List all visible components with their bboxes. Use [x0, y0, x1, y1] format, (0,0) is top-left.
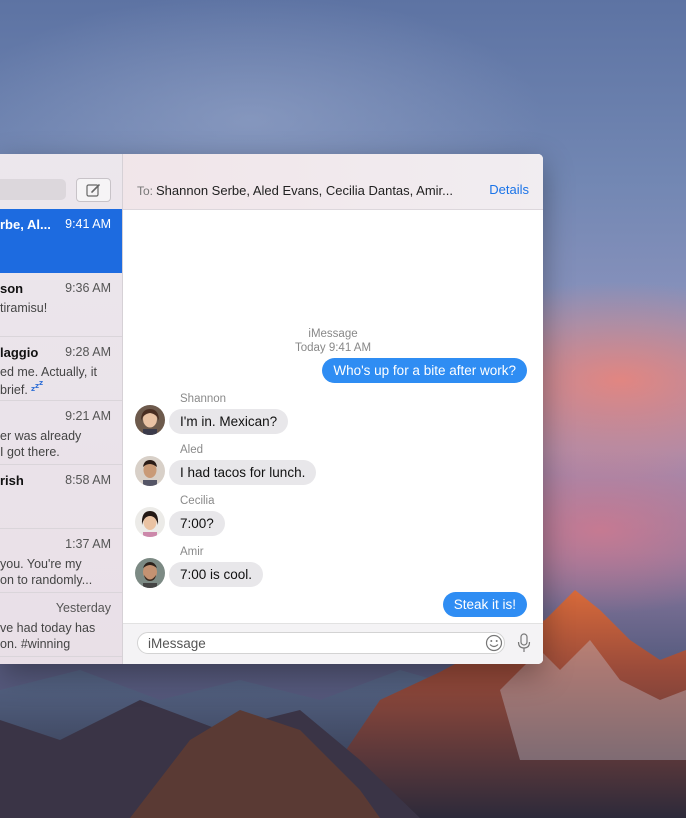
conversation-item[interactable]: rish 8:58 AM [0, 465, 122, 529]
sidebar-toolbar [0, 154, 122, 210]
service-label: iMessage [308, 328, 358, 340]
conversation-item[interactable]: 1:37 AM you. You're my on to randomly... [0, 529, 122, 593]
conversation-preview: tiramisu! [0, 300, 47, 316]
sender-name: Cecilia [180, 495, 215, 507]
preview-line: on. #winning [0, 637, 71, 651]
sleep-icon: z z z [31, 379, 43, 393]
avatar[interactable] [135, 507, 165, 537]
person-avatar-icon [135, 507, 165, 537]
conversation-time: 9:21 AM [65, 409, 111, 423]
preview-line: er was already [0, 429, 82, 443]
composer-bar [123, 623, 543, 664]
sender-name: Aled [180, 444, 204, 456]
avatar[interactable] [135, 405, 165, 435]
person-avatar-icon [135, 456, 165, 486]
preview-line: brief. [0, 383, 28, 397]
avatar[interactable] [135, 456, 165, 486]
incoming-message[interactable]: I'm in. Mexican? [169, 409, 289, 434]
conversation-preview: ed me. Actually, it brief. z z z [0, 364, 97, 398]
message-input[interactable] [137, 632, 505, 654]
preview-line: you. You're my [0, 557, 82, 571]
conversation-name: laggio [0, 345, 39, 360]
conversation-time: 9:41 AM [65, 217, 111, 231]
svg-text:z: z [39, 380, 43, 387]
conversation-item[interactable]: Yesterday ve had today has on. #winning [0, 593, 122, 657]
conversation-time: 1:37 AM [65, 537, 111, 551]
conversation-time: 9:28 AM [65, 345, 111, 359]
conversation-time: 8:58 AM [65, 473, 111, 487]
thread-timestamp: Today 9:41 AM [294, 342, 372, 354]
conversation-item[interactable]: laggio 9:28 AM ed me. Actually, it brief… [0, 337, 122, 401]
conversation-item[interactable]: rbe, Al... 9:41 AM [0, 209, 122, 273]
chat-header: To: Shannon Serbe, Aled Evans, Cecilia D… [123, 154, 543, 210]
chat-pane: To: Shannon Serbe, Aled Evans, Cecilia D… [123, 154, 543, 664]
emoji-icon[interactable] [485, 634, 503, 652]
conversation-item[interactable]: son 9:36 AM tiramisu! [0, 273, 122, 337]
preview-line: tiramisu! [0, 301, 48, 315]
incoming-message[interactable]: 7:00? [169, 511, 225, 536]
compose-button[interactable] [76, 178, 111, 202]
avatar[interactable] [135, 558, 165, 588]
incoming-message[interactable]: 7:00 is cool. [169, 562, 264, 587]
person-avatar-icon [135, 405, 165, 435]
conversation-sidebar: rbe, Al... 9:41 AM son 9:36 AM tiramisu!… [0, 154, 123, 664]
search-field[interactable] [0, 179, 66, 200]
preview-line: I got there. [0, 445, 60, 459]
conversation-time: Yesterday [55, 601, 111, 615]
details-button[interactable]: Details [489, 182, 529, 197]
compose-icon [86, 184, 100, 197]
conversation-name: son [0, 281, 24, 296]
preview-line: ed me. Actually, it [0, 365, 98, 379]
conversation-preview: you. You're my on to randomly... [0, 556, 92, 588]
messages-window: rbe, Al... 9:41 AM son 9:36 AM tiramisu!… [0, 154, 543, 664]
conversation-item[interactable]: 9:21 AM er was already I got there. [0, 401, 122, 465]
preview-line: ve had today has [0, 621, 96, 635]
recipients-field[interactable]: Shannon Serbe, Aled Evans, Cecilia Danta… [156, 183, 453, 198]
conversation-time: 9:36 AM [65, 281, 111, 295]
outgoing-message[interactable]: Steak it is! [442, 592, 527, 617]
sender-name: Amir [180, 546, 204, 558]
incoming-message[interactable]: I had tacos for lunch. [169, 460, 317, 485]
person-avatar-icon [135, 558, 165, 588]
conversation-preview: ve had today has on. #winning [0, 620, 95, 652]
sender-name: Shannon [180, 393, 227, 405]
to-label: To: [137, 184, 154, 198]
conversation-preview: er was already I got there. [0, 428, 81, 460]
preview-line: on to randomly... [0, 573, 93, 587]
conversation-name: rbe, Al... [0, 217, 51, 232]
microphone-icon[interactable] [517, 633, 531, 653]
conversation-name: rish [0, 473, 24, 488]
outgoing-message[interactable]: Who's up for a bite after work? [322, 358, 527, 383]
